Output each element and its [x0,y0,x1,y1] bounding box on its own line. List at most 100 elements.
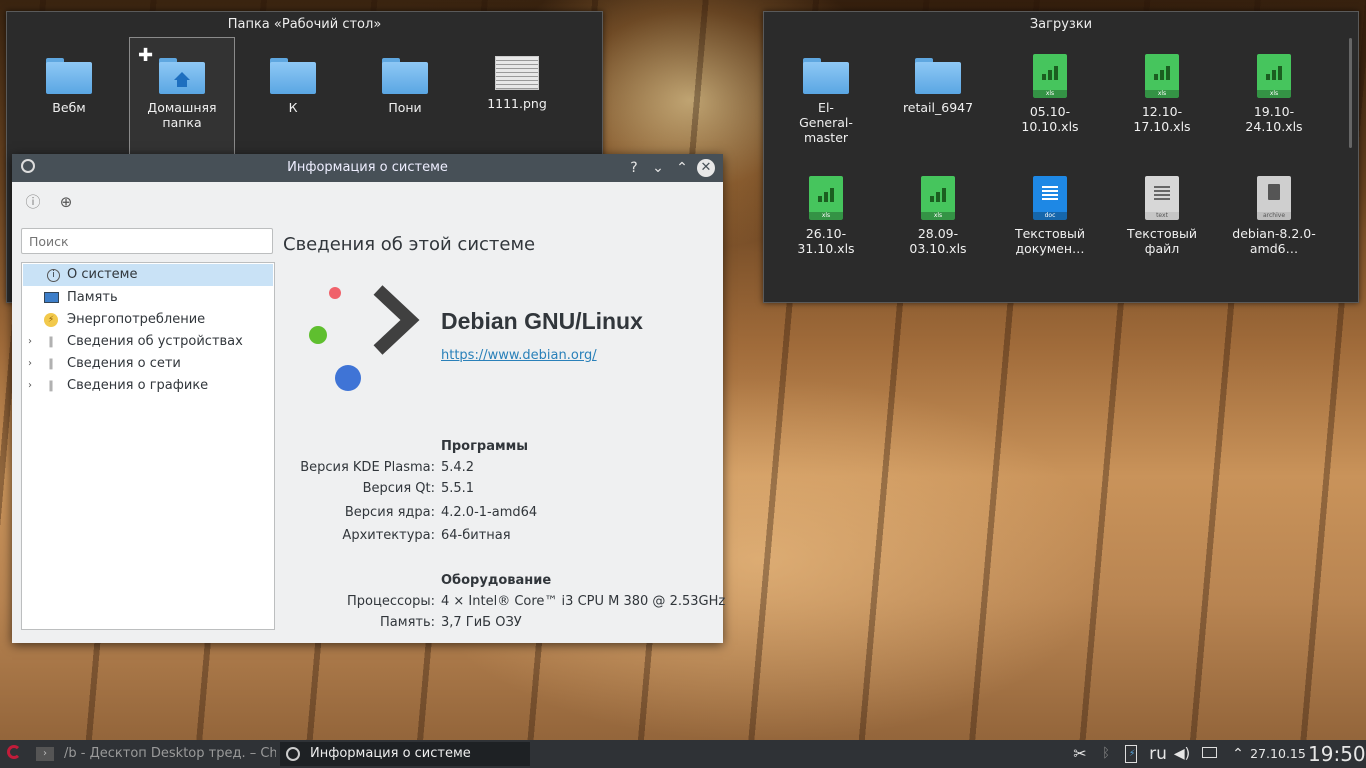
folder-view-title: Загрузки [1029,17,1093,32]
task-chromium[interactable]: ›/b - Десктоп Desktop тред. – Chromium [32,742,276,766]
file-item-label: 05.10-10.10.xls [1021,104,1079,134]
file-item-png[interactable]: 1111.png [465,56,569,111]
paperclip-icon: ∥ [48,379,54,392]
spreadsheet-icon: xls [1033,54,1067,98]
toolbar: ⓘ ⊕ [12,182,723,222]
folder-view-title: Папка «Рабочий стол» [227,17,382,32]
window-titlebar[interactable]: Информация о системе ? ⌄ ⌃ ✕ [12,154,723,182]
folder-item-retail[interactable]: retail_6947 [886,58,990,115]
file-item-xls[interactable]: xls 19.10-24.10.xls [1222,54,1326,134]
file-item-label: Текстовый докумен… [1014,226,1086,256]
tree-item-devices[interactable]: › ∥ Сведения об устройствах [22,331,274,353]
volume-icon[interactable]: ◀) [1172,742,1192,766]
paperclip-icon: ∥ [48,335,54,348]
tray-expand-icon[interactable]: ⌃ [1228,742,1248,766]
file-item-label: 1111.png [487,96,547,111]
search-input[interactable] [21,228,273,254]
spreadsheet-icon: xls [809,176,843,220]
terminal-icon: › [36,746,54,761]
info-key: Процессоры: [347,594,435,609]
application-launcher-icon[interactable] [2,742,26,766]
downloads-folder-view: Загрузки El-General-master retail_6947 x… [763,11,1359,303]
folder-icon [915,58,961,94]
info-key: Архитектура: [342,528,435,543]
archive-icon: archive [1257,176,1291,220]
help-lifebuoy-icon[interactable]: ⊕ [56,192,76,212]
about-info-icon[interactable]: ⓘ [23,192,43,212]
file-item-xls[interactable]: xls 12.10-17.10.xls [1110,54,1214,134]
minimize-icon[interactable]: ⌄ [648,158,668,178]
folder-item-webm[interactable]: Вебм [17,58,121,115]
spreadsheet-icon: xls [921,176,955,220]
file-item-doc[interactable]: doc Текстовый докумен… [998,176,1102,256]
info-key: Версия Qt: [362,481,435,496]
info-key: Версия ядра: [344,505,435,520]
home-folder-icon [159,58,205,94]
keyboard-layout-indicator[interactable]: ru [1146,742,1170,766]
task-system-info[interactable]: Информация о системе [280,742,530,766]
info-value: 4.2.0-1-amd64 [441,505,538,520]
file-item-label: 26.10-31.10.xls [797,226,855,256]
clipboard-scissors-icon[interactable]: ✂ [1068,742,1092,766]
window-title: Информация о системе [287,160,448,175]
clock[interactable]: 19:50 [1308,742,1366,766]
folder-item-home[interactable]: ✚ Домашняя папка [129,37,235,155]
expand-arrow-icon[interactable]: › [28,353,32,375]
window-app-icon [286,746,300,761]
file-item-xls[interactable]: xls 26.10-31.10.xls [774,176,878,256]
distro-url-link[interactable]: https://www.debian.org/ [441,348,597,363]
help-icon[interactable]: ? [624,158,644,178]
folder-item-label: Пони [388,100,422,115]
file-item-xls[interactable]: xls 05.10-10.10.xls [998,54,1102,134]
add-to-selection-icon[interactable]: ✚ [138,47,153,65]
software-section-header: Программы [441,439,528,454]
tree-item-graphics[interactable]: › ∥ Сведения о графике [22,375,274,397]
info-value: 64-битная [441,528,511,543]
image-thumbnail-icon [495,56,539,90]
expand-arrow-icon[interactable]: › [28,331,32,353]
folder-item-label: Домашняя папка [147,100,217,130]
file-item-archive[interactable]: archive debian-8.2.0-amd6… [1222,176,1326,256]
maximize-icon[interactable]: ⌃ [672,158,692,178]
tree-item-network[interactable]: › ∥ Сведения о сети [22,353,274,375]
close-icon[interactable]: ✕ [696,158,716,178]
monitor-icon [44,291,59,305]
scrollbar[interactable] [1349,38,1352,148]
expand-arrow-icon[interactable]: › [28,375,32,397]
spreadsheet-icon: xls [1257,54,1291,98]
info-value: 4 × Intel® Core™ i3 CPU M 380 @ 2.53GHz [441,594,726,609]
file-item-label: 28.09-03.10.xls [909,226,967,256]
battery-icon[interactable]: ⚡ [1122,742,1140,766]
tree-item-memory[interactable]: Память [22,287,274,309]
document-icon: doc [1033,176,1067,220]
file-item-xls[interactable]: xls 28.09-03.10.xls [886,176,990,256]
distro-logo-icon [302,282,422,402]
folder-item-label: El-General-master [799,100,853,145]
info-key: Версия KDE Plasma: [300,460,435,475]
folder-icon [803,58,849,94]
file-item-label: Текстовый файл [1126,226,1198,256]
hardware-section-header: Оборудование [441,573,552,588]
folder-item-pony[interactable]: Пони [353,58,457,115]
paperclip-icon: ∥ [48,357,54,370]
tree-item-energy[interactable]: ⚡ Энергопотребление [22,309,274,331]
folder-item-label: retail_6947 [902,100,974,115]
text-file-icon: text [1145,176,1179,220]
info-value: 3,7 ГиБ ОЗУ [441,615,522,630]
page-title: Сведения об этой системе [283,234,536,255]
network-icon[interactable] [1198,742,1220,766]
info-center-window: Информация о системе ? ⌄ ⌃ ✕ ⓘ ⊕ i О сис… [12,154,726,643]
folder-item-k[interactable]: К [241,58,345,115]
distro-name: Debian GNU/Linux [441,308,643,334]
energy-icon: ⚡ [44,313,58,327]
info-value: 5.4.2 [441,460,475,475]
bluetooth-icon[interactable]: ᛒ [1096,742,1116,766]
folder-item-el-general[interactable]: El-General-master [774,58,878,145]
tree-item-about[interactable]: i О системе [23,264,273,286]
folder-icon [270,58,316,94]
folder-item-label: Вебм [52,100,86,115]
date-label[interactable]: 27.10.15 [1250,742,1306,766]
info-key: Память: [380,615,435,630]
module-tree: i О системе Память ⚡ Энергопотребление ›… [21,262,275,630]
file-item-text[interactable]: text Текстовый файл [1110,176,1214,256]
